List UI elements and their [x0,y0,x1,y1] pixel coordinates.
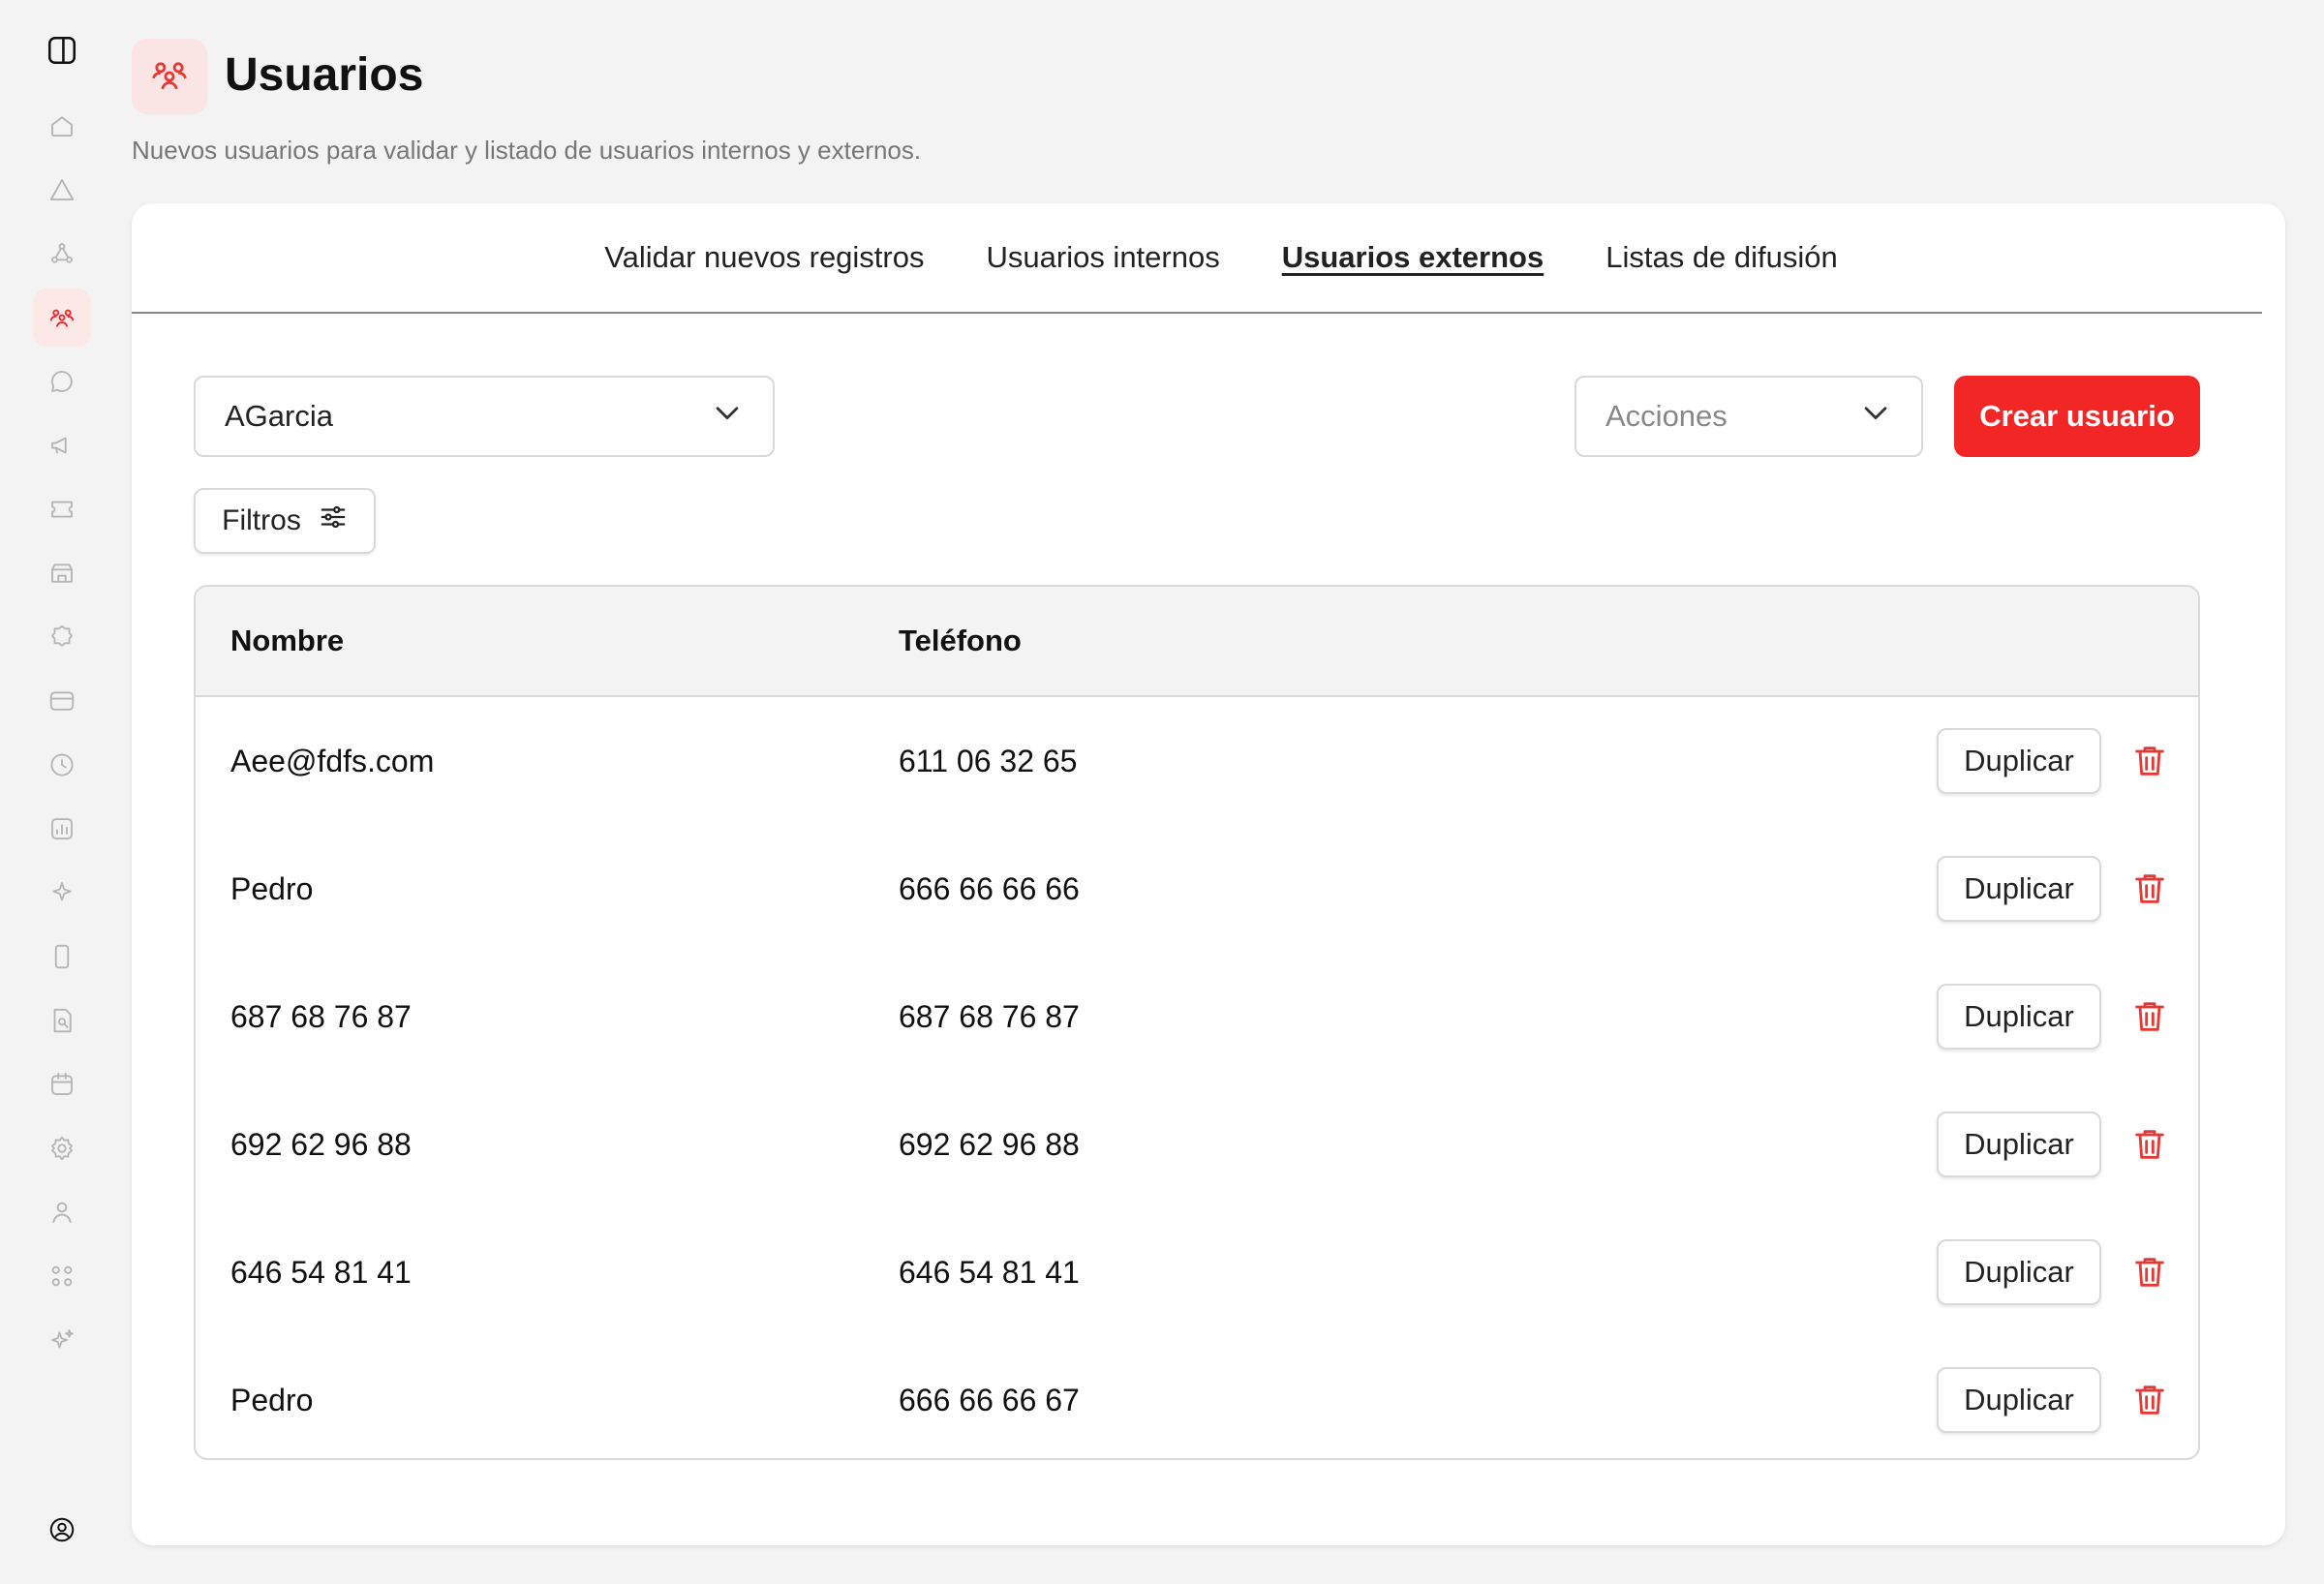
filters-button[interactable]: Filtros [194,488,376,554]
users-icon[interactable] [33,289,91,347]
actions-select[interactable]: Acciones [1575,376,1923,457]
cell-nombre: Aee@fdfs.com [230,743,435,778]
duplicate-button[interactable]: Duplicar [1937,984,2101,1050]
duplicate-button[interactable]: Duplicar [1937,728,2101,794]
chart-icon[interactable] [33,800,91,858]
trash-icon[interactable] [2128,1251,2171,1294]
user-select-value: AGarcia [225,399,333,433]
cell-telefono: 646 54 81 41 [899,1254,1080,1290]
store-icon[interactable] [33,544,91,602]
panel-toggle-icon[interactable] [33,21,91,79]
sidebar [0,0,124,1584]
table-row: Aee@fdfs.com 611 06 32 65 Duplicar [196,697,2198,825]
trash-icon[interactable] [2128,995,2171,1038]
table-row: 687 68 76 87 687 68 76 87 Duplicar [196,953,2198,1081]
users-icon [132,39,207,114]
cell-telefono: 687 68 76 87 [899,998,1080,1034]
tab-usuarios-externos[interactable]: Usuarios externos [1282,240,1544,275]
user-select[interactable]: AGarcia [194,376,775,457]
sparkles-icon[interactable] [33,1311,91,1369]
document-search-icon[interactable] [33,991,91,1050]
tab-usuarios-internos[interactable]: Usuarios internos [987,240,1220,275]
trash-icon[interactable] [2128,1379,2171,1421]
network-icon[interactable] [33,225,91,283]
trash-icon[interactable] [2128,1123,2171,1166]
duplicate-button[interactable]: Duplicar [1937,1112,2101,1177]
content-card: Validar nuevos registros Usuarios intern… [132,203,2285,1545]
column-header-nombre: Nombre [230,624,345,657]
apps-icon[interactable] [33,1247,91,1305]
trash-icon[interactable] [2128,740,2171,782]
calendar-icon[interactable] [33,1055,91,1113]
chevron-down-icon [711,396,744,437]
tab-validar-nuevos-registros[interactable]: Validar nuevos registros [604,240,924,275]
chat-icon[interactable] [33,352,91,411]
card-icon[interactable] [33,672,91,730]
home-icon[interactable] [33,97,91,155]
cell-telefono: 666 66 66 67 [899,1382,1080,1417]
cell-telefono: 692 62 96 88 [899,1126,1080,1162]
table-row: 692 62 96 88 692 62 96 88 Duplicar [196,1081,2198,1208]
page-title: Usuarios [225,49,424,101]
trash-icon[interactable] [2128,868,2171,910]
alert-icon[interactable] [33,161,91,219]
cell-nombre: Pedro [230,870,314,906]
duplicate-button[interactable]: Duplicar [1937,1367,2101,1433]
cell-nombre: 692 62 96 88 [230,1126,412,1162]
badge-icon[interactable] [33,608,91,666]
sliders-icon [319,503,348,539]
megaphone-icon[interactable] [33,416,91,474]
column-header-telefono: Teléfono [899,624,1022,657]
table-body: Aee@fdfs.com 611 06 32 65 Duplicar Pedro 666… [196,697,2198,1458]
ticket-icon[interactable] [33,480,91,538]
cell-telefono: 666 66 66 66 [899,870,1080,906]
cell-nombre: 646 54 81 41 [230,1254,412,1290]
settings-icon[interactable] [33,1119,91,1177]
phone-icon[interactable] [33,928,91,986]
duplicate-button[interactable]: Duplicar [1937,856,2101,922]
page-subtitle: Nuevos usuarios para validar y listado d… [132,136,922,165]
table-row: 646 54 81 41 646 54 81 41 Duplicar [196,1208,2198,1336]
table-row: Pedro 666 66 66 67 Duplicar [196,1336,2198,1458]
cell-nombre: Pedro [230,1382,314,1417]
tab-bar: Validar nuevos registros Usuarios intern… [132,203,2262,314]
cell-nombre: 687 68 76 87 [230,998,412,1034]
sparkle-icon[interactable] [33,864,91,922]
table-row: Pedro 666 66 66 66 Duplicar [196,825,2198,953]
table-header: Nombre Teléfono [196,587,2198,697]
filters-label: Filtros [222,504,301,536]
duplicate-button[interactable]: Duplicar [1937,1239,2101,1305]
user-icon[interactable] [33,1183,91,1241]
create-user-button[interactable]: Crear usuario [1954,376,2200,457]
chevron-down-icon [1859,396,1892,437]
users-table: Nombre Teléfono Aee@fdfs.com 611 06 32 65… [194,585,2200,1460]
cell-telefono: 611 06 32 65 [899,743,1078,778]
actions-select-placeholder: Acciones [1605,399,1728,433]
tab-listas-de-difusion[interactable]: Listas de difusión [1605,240,1838,275]
profile-icon[interactable] [33,1501,91,1559]
clock-icon[interactable] [33,736,91,794]
